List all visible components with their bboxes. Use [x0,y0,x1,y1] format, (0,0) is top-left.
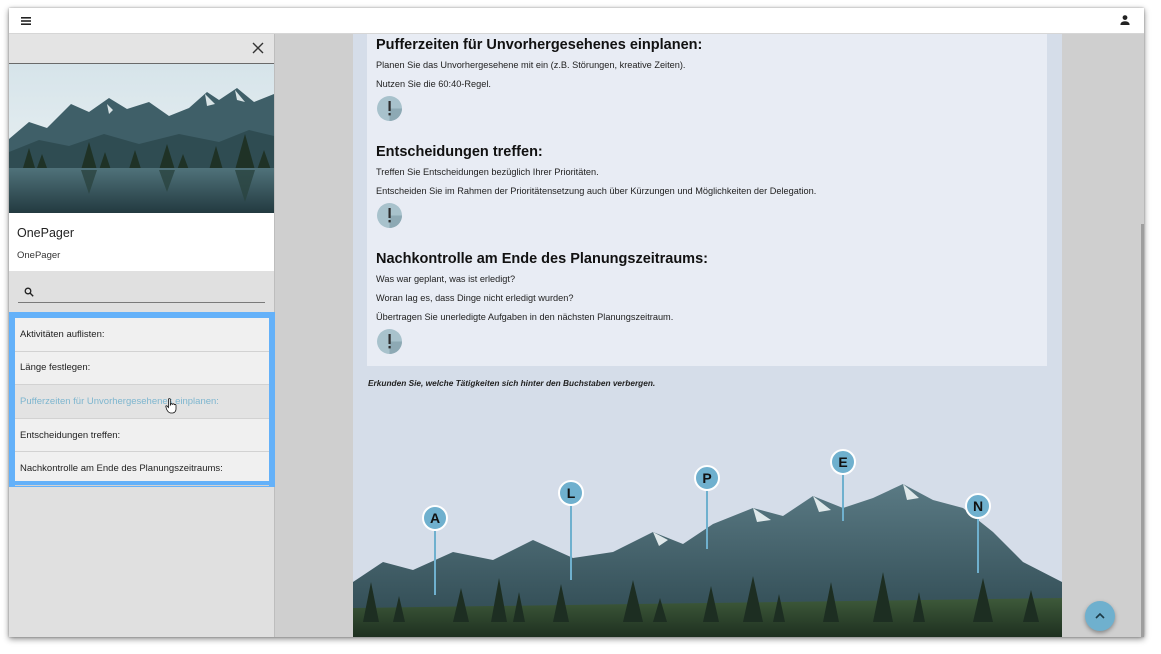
sidebar-item-nachkontrolle[interactable]: Nachkontrolle am Ende des Planungszeitra… [15,452,269,486]
sidebar-item-pufferzeiten[interactable]: Pufferzeiten für Unvorhergesehenes einpl… [15,385,269,419]
section-nachkontrolle: Nachkontrolle am Ende des Planungszeitra… [376,251,708,360]
app-info-card: OnePager OnePager [9,213,274,271]
hamburger-menu-icon[interactable] [19,14,33,28]
section-line: Entscheiden Sie im Rahmen der Prioritäte… [376,186,817,196]
section-line: Treffen Sie Entscheidungen bezüglich Ihr… [376,167,599,177]
sidebar-item-label: Entscheidungen treffen: [20,429,121,441]
sidebar-item-label: Nachkontrolle am Ende des Planungszeitra… [20,463,223,475]
section-line: Übertragen Sie unerledigte Aufgaben in d… [376,312,674,322]
section-pufferzeiten: Pufferzeiten für Unvorhergesehenes einpl… [376,37,702,127]
marker-n[interactable]: N [965,493,991,573]
marker-e[interactable]: E [830,449,856,521]
content-box: Pufferzeiten für Unvorhergesehenes einpl… [367,34,1047,366]
app-subtitle: OnePager [17,250,61,261]
section-title: Entscheidungen treffen: [376,144,543,160]
search-icon [24,287,34,297]
main-content-area: Pufferzeiten für Unvorhergesehenes einpl… [275,34,1144,637]
marker-label: E [830,449,856,475]
hand-cursor-icon [165,398,177,414]
scrollbar-thumb[interactable] [1141,224,1144,637]
sidebar-item-label: Aktivitäten auflisten: [20,328,105,340]
section-title: Nachkontrolle am Ende des Planungszeitra… [376,251,708,267]
search-input[interactable] [40,284,260,300]
marker-l[interactable]: L [558,480,584,580]
exclamation-icon[interactable] [376,328,403,355]
sidebar-item-label: Pufferzeiten für Unvorhergesehenes einpl… [20,395,219,407]
sidebar-item-entscheidungen[interactable]: Entscheidungen treffen: [15,419,269,453]
marker-label: N [965,493,991,519]
marker-label: A [422,505,448,531]
sidebar-nav-list: Aktivitäten auflisten: Länge festlegen: … [9,312,275,487]
person-icon[interactable] [1118,13,1132,27]
section-line: Woran lag es, dass Dinge nicht erledigt … [376,293,574,303]
scroll-to-top-button[interactable] [1085,601,1115,631]
marker-label: L [558,480,584,506]
chevron-up-icon [1095,612,1105,619]
marker-a[interactable]: A [422,505,448,595]
app-window: OnePager OnePager Aktivitäten auflisten:… [9,8,1144,637]
section-entscheidungen: Entscheidungen treffen: Treffen Sie Ents… [376,144,816,234]
top-app-bar [9,8,1144,34]
scroll-track [1062,34,1144,637]
sidebar-item-label: Länge festlegen: [20,362,91,374]
content-column: Pufferzeiten für Unvorhergesehenes einpl… [353,34,1062,637]
marker-p[interactable]: P [694,465,720,549]
search-field[interactable] [18,283,265,303]
section-title: Pufferzeiten für Unvorhergesehenes einpl… [376,37,703,53]
sidebar-header [9,34,274,64]
sidebar-item-laenge[interactable]: Länge festlegen: [15,352,269,386]
hero-image [9,64,274,213]
exclamation-icon[interactable] [376,202,403,229]
section-line: Nutzen Sie die 60:40-Regel. [376,79,491,89]
section-line: Planen Sie das Unvorhergesehene mit ein … [376,60,686,70]
close-icon[interactable] [252,42,264,54]
exclamation-icon[interactable] [376,95,403,122]
app-title: OnePager [17,226,74,240]
section-line: Was war geplant, was ist erledigt? [376,274,516,284]
sidebar-drawer: OnePager OnePager Aktivitäten auflisten:… [9,34,275,637]
sidebar-item-aktivitaeten[interactable]: Aktivitäten auflisten: [15,318,269,352]
marker-label: P [694,465,720,491]
image-caption: Erkunden Sie, welche Tätigkeiten sich hi… [368,378,656,388]
